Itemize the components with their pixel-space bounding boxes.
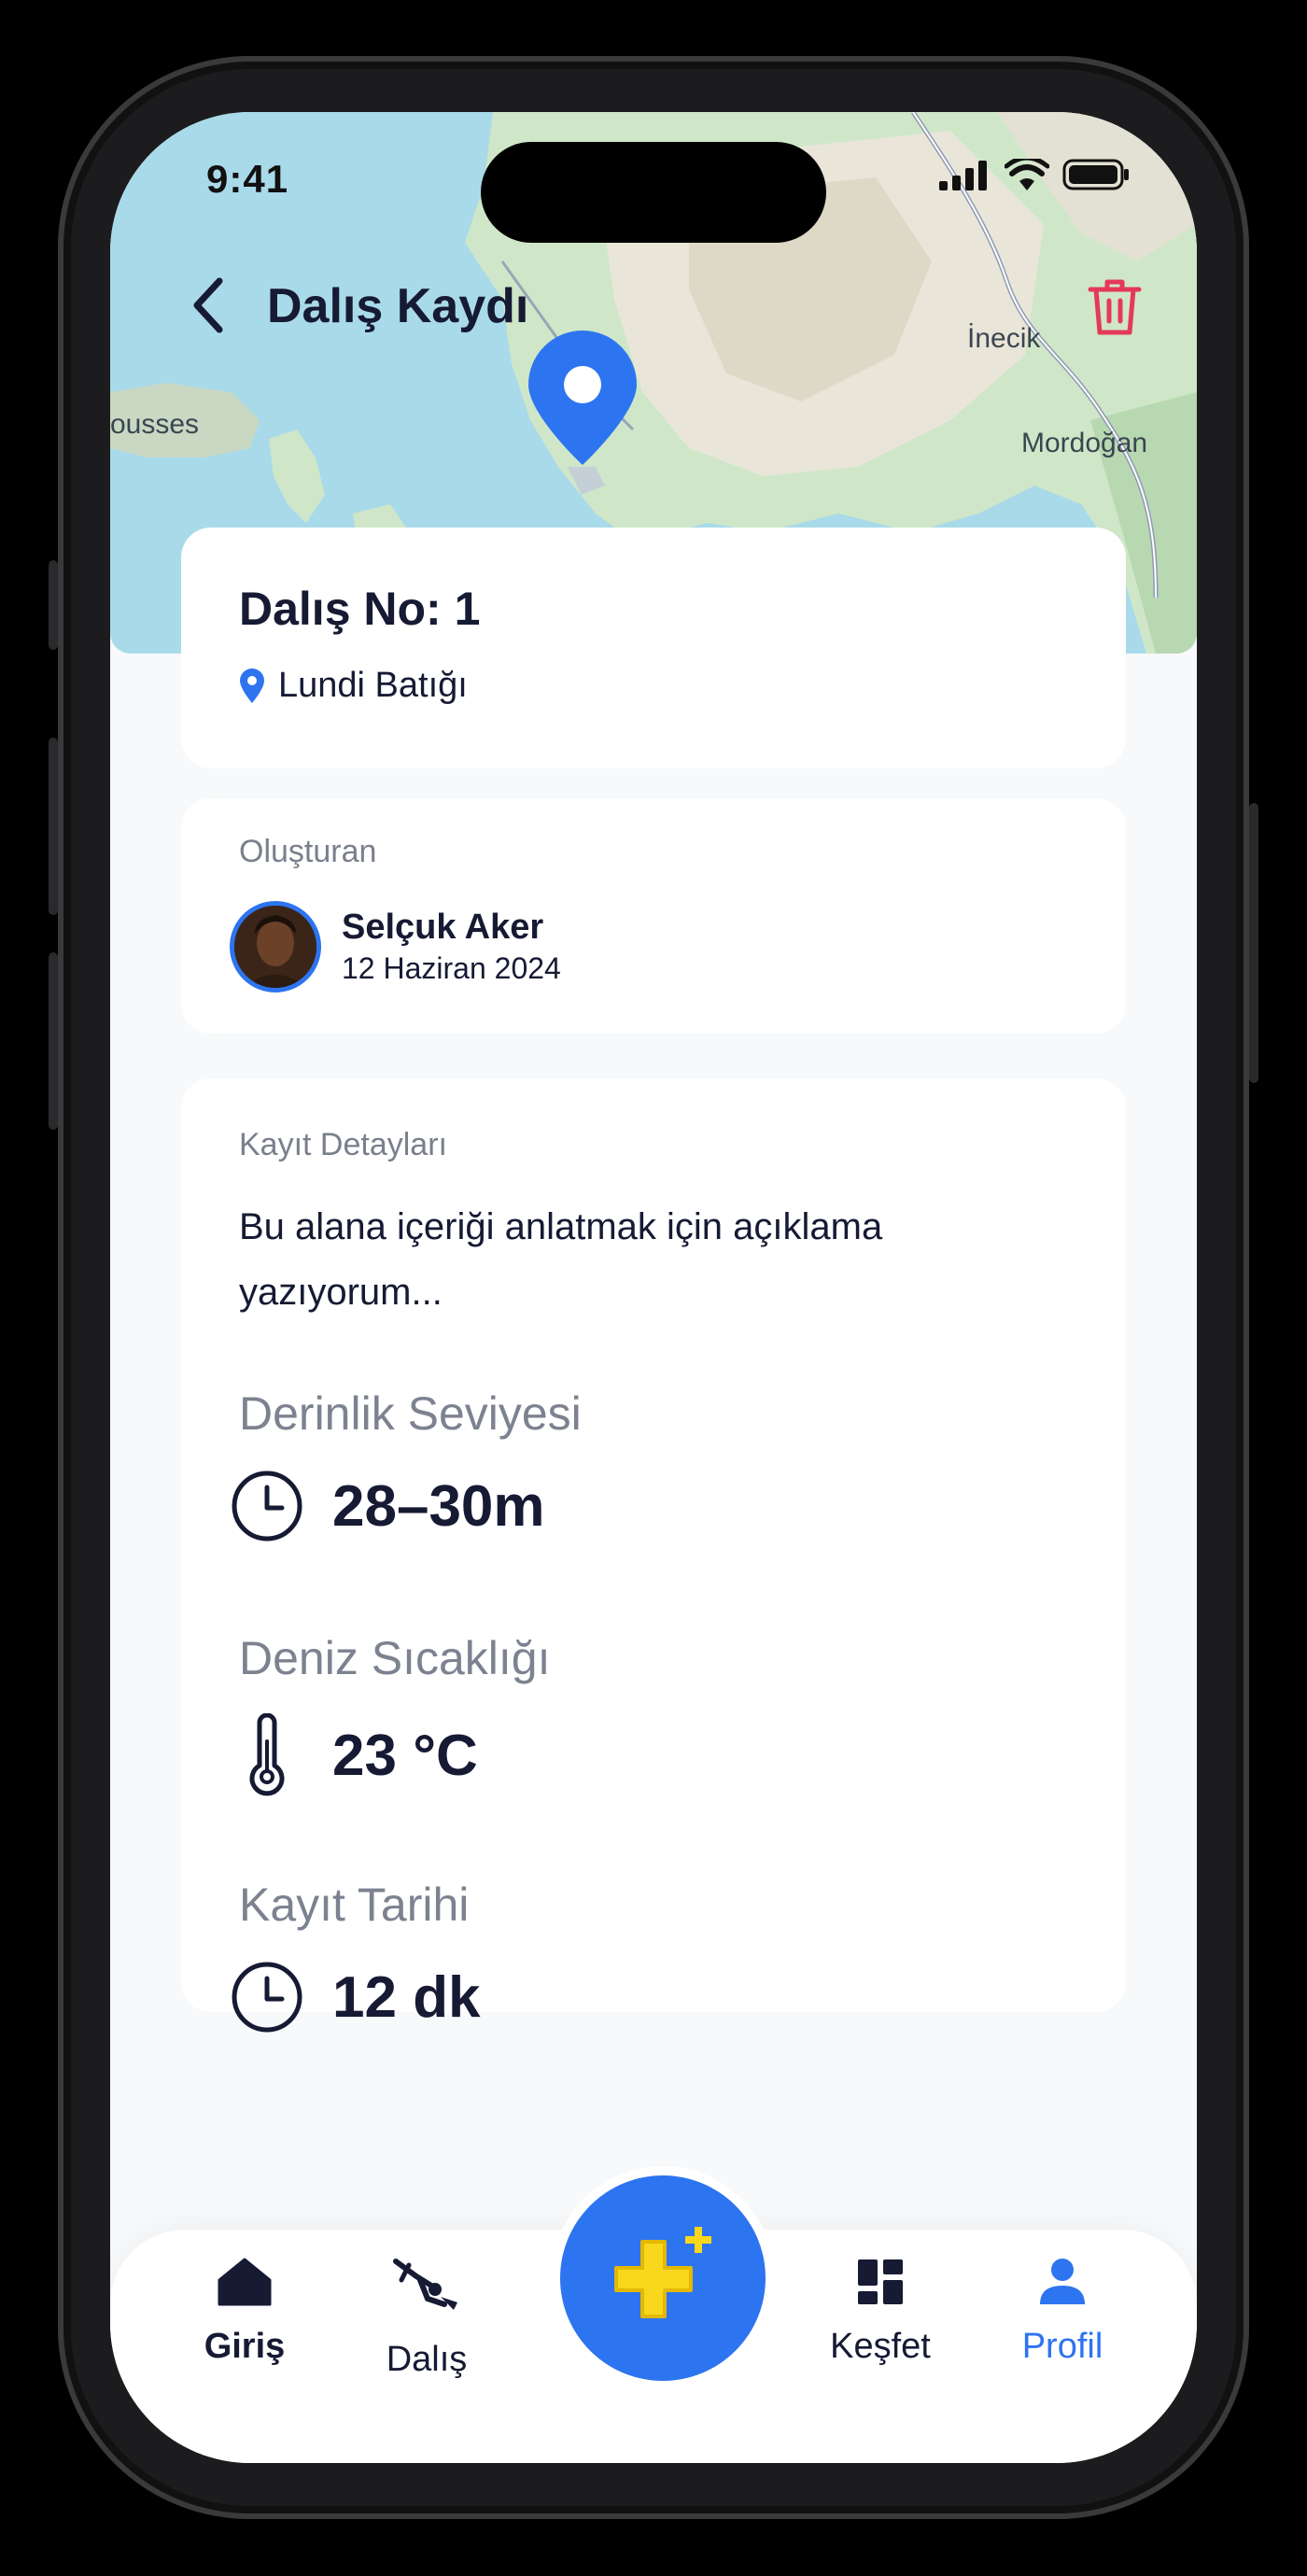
temp-value: 23 °C xyxy=(332,1723,478,1788)
details-section-label: Kayıt Detayları xyxy=(239,1127,447,1162)
duration-row: 12 dk xyxy=(230,1960,481,2034)
home-indicator xyxy=(500,2435,807,2444)
add-dive-button[interactable] xyxy=(560,2175,766,2381)
back-button[interactable] xyxy=(176,273,241,338)
trash-icon xyxy=(1088,279,1142,335)
app-screen: ousses İnecik Mordoğan 9:41 Dalış Kaydı xyxy=(110,112,1197,2463)
grid-icon xyxy=(858,2259,903,2304)
depth-row: 28–30m xyxy=(230,1469,545,1543)
duration-value: 12 dk xyxy=(332,1964,481,2030)
clock-icon xyxy=(232,1471,302,1541)
depth-label: Derinlik Seviyesi xyxy=(239,1387,582,1440)
map-label-left-town: ousses xyxy=(110,409,200,440)
person-icon xyxy=(1040,2259,1085,2304)
map-pin-small-icon xyxy=(240,668,264,703)
creator-name: Selçuk Aker xyxy=(342,908,544,947)
nav-label-kesfet: Keşfet xyxy=(830,2327,931,2366)
creator-section-label: Oluşturan xyxy=(239,834,377,869)
depth-value: 28–30m xyxy=(332,1473,545,1539)
plus-sparkle-icon xyxy=(614,2227,711,2318)
details-description: Bu alana içeriği anlatmak için açıklama … xyxy=(239,1206,883,1313)
creator-date: 12 Haziran 2024 xyxy=(342,951,561,985)
delete-button[interactable] xyxy=(1081,273,1148,340)
dive-title: Dalış No: 1 xyxy=(239,583,481,635)
duration-label: Kayıt Tarihi xyxy=(239,1879,470,1931)
signal-icon xyxy=(939,161,987,190)
nav-label-profil: Profil xyxy=(1021,2327,1103,2366)
dive-location: Lundi Batığı xyxy=(239,666,468,706)
temp-row: 23 °C xyxy=(230,1713,478,1797)
nav-item-giris[interactable]: Giriş xyxy=(161,2258,329,2367)
location-pin-icon xyxy=(528,331,637,465)
home-icon xyxy=(218,2258,272,2306)
nav-item-kesfet[interactable]: Keşfet xyxy=(796,2258,964,2367)
chevron-left-icon xyxy=(193,277,223,333)
power-button xyxy=(1249,803,1258,1083)
page-title: Dalış Kaydı xyxy=(267,279,529,333)
avatar[interactable] xyxy=(230,901,321,992)
nav-label-giris: Giriş xyxy=(204,2327,286,2366)
nav-label-dalis: Dalış xyxy=(386,2340,468,2379)
creator-row[interactable]: Selçuk Aker 12 Haziran 2024 xyxy=(230,901,561,992)
volume-up-button xyxy=(49,738,58,915)
dynamic-island xyxy=(481,142,826,243)
battery-icon xyxy=(1062,159,1129,190)
avatar-image xyxy=(234,906,316,988)
location-text: Lundi Batığı xyxy=(278,666,468,705)
nav-item-dalis[interactable]: Dalış xyxy=(343,2258,511,2380)
wifi-icon xyxy=(1005,159,1049,190)
diver-icon xyxy=(393,2259,457,2310)
mute-switch xyxy=(49,560,58,650)
map-label-mordogan: Mordoğan xyxy=(1021,428,1148,458)
volume-down-button xyxy=(49,952,58,1130)
dive-card: Dalış No: 1 Lundi Batığı xyxy=(181,528,1126,768)
details-card: Kayıt Detayları Bu alana içeriği anlatma… xyxy=(181,1078,1126,2033)
temp-label: Deniz Sıcaklığı xyxy=(239,1632,551,1684)
nav-item-profil[interactable]: Profil xyxy=(978,2258,1146,2367)
map-label-inecik: İnecik xyxy=(967,323,1041,354)
creator-card: Oluşturan Selçuk Aker 12 Haziran 2024 xyxy=(181,798,1126,1034)
status-icons xyxy=(939,159,1130,190)
thermometer-icon xyxy=(249,1713,285,1796)
status-time: 9:41 xyxy=(206,157,289,201)
clock-icon xyxy=(232,1962,302,2033)
